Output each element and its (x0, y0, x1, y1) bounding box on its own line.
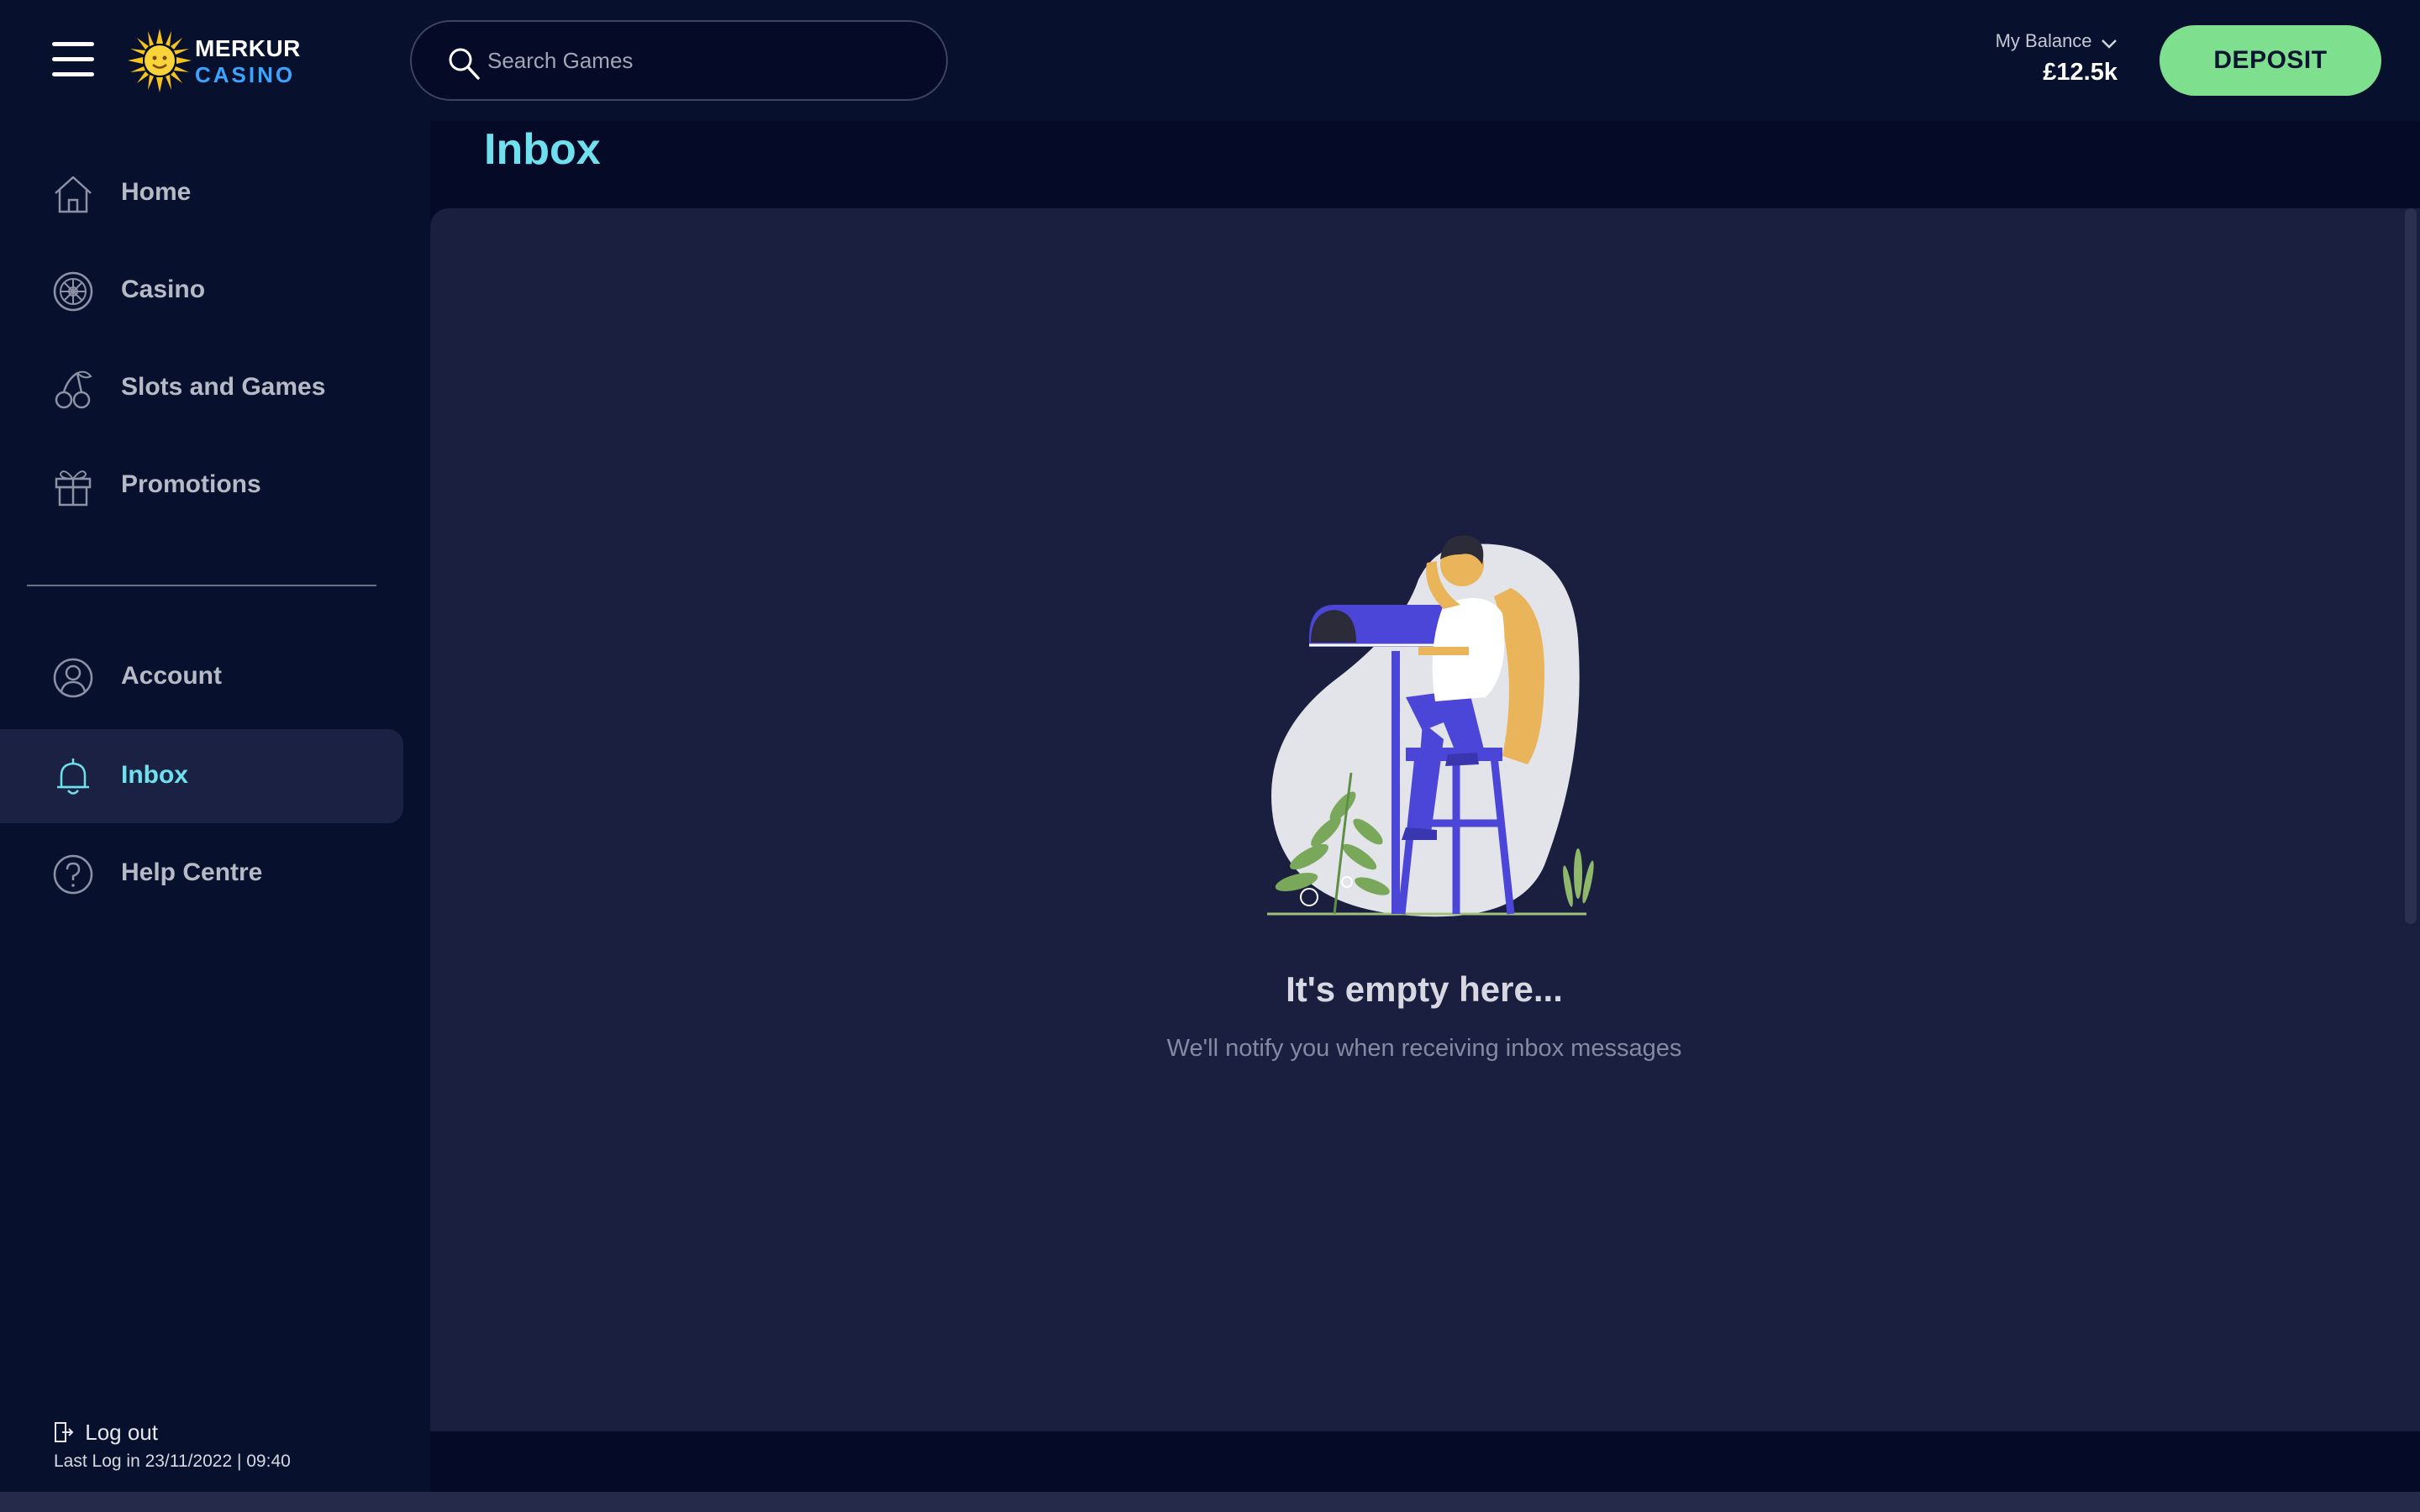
search-input[interactable] (487, 22, 924, 99)
sidebar-item-slots-and-games[interactable]: Slots and Games (0, 341, 403, 435)
logo-text-casino: CASINO (195, 62, 296, 87)
user-icon (53, 658, 93, 698)
gift-icon (55, 470, 92, 507)
empty-state-title: It's empty here... (1286, 969, 1563, 1009)
last-login-text: Last Log in 23/11/2022 | 09:40 (54, 1452, 291, 1471)
sidebar-item-promotions[interactable]: Promotions (0, 438, 403, 533)
sidebar-item-help-centre[interactable]: Help Centre (0, 827, 403, 921)
balance-label-row: My Balance (1933, 30, 2118, 52)
balance-value: £12.5k (2043, 59, 2118, 86)
scrollbar[interactable] (2405, 208, 2417, 924)
sidebar-item-label: Promotions (121, 470, 261, 498)
sidebar-item-inbox[interactable]: Inbox (0, 729, 403, 823)
sidebar-item-home[interactable]: Home (0, 146, 403, 240)
sidebar-item-account[interactable]: Account (0, 630, 403, 724)
bell-icon (57, 759, 89, 795)
sidebar-divider (27, 585, 376, 586)
empty-inbox-illustration (1267, 535, 1594, 917)
page-title: Inbox (484, 125, 601, 174)
bottom-bar (0, 1492, 2420, 1512)
roulette-wheel-icon (53, 271, 93, 312)
sidebar-item-label: Home (121, 178, 192, 206)
logout-label: Log out (85, 1420, 158, 1445)
empty-state-subtitle: We'll notify you when receiving inbox me… (1166, 1035, 1682, 1062)
sidebar-item-label: Inbox (121, 761, 188, 789)
logout-link[interactable]: Log out (54, 1420, 158, 1445)
cherries-icon (55, 370, 92, 409)
sidebar-item-label: Help Centre (121, 858, 263, 886)
chevron-down-icon[interactable] (2101, 38, 2118, 50)
sidebar-item-label: Slots and Games (121, 373, 326, 401)
sidebar: Home Casino Slots and Games Promotions A… (0, 121, 430, 1492)
logout-icon (55, 1422, 74, 1442)
sidebar-item-casino[interactable]: Casino (0, 244, 403, 338)
sidebar-item-label: Account (121, 662, 222, 690)
sidebar-item-label: Casino (121, 276, 206, 303)
hamburger-menu-icon[interactable] (52, 42, 94, 77)
deposit-button[interactable]: DEPOSIT (2160, 25, 2381, 96)
balance-label: My Balance (1995, 30, 2092, 51)
merkur-casino-logo[interactable]: MERKUR CASINO (128, 29, 300, 92)
search-icon[interactable] (445, 45, 482, 82)
logo-text-merkur: MERKUR (195, 35, 301, 61)
search-box[interactable] (410, 20, 948, 101)
sun-logo-icon (128, 29, 192, 92)
home-icon (55, 176, 92, 213)
top-bar: MERKUR CASINO My Balance £12.5k DEPOSIT (0, 0, 2420, 121)
balance-dropdown[interactable]: My Balance £12.5k (1933, 30, 2118, 97)
question-icon (53, 854, 93, 895)
